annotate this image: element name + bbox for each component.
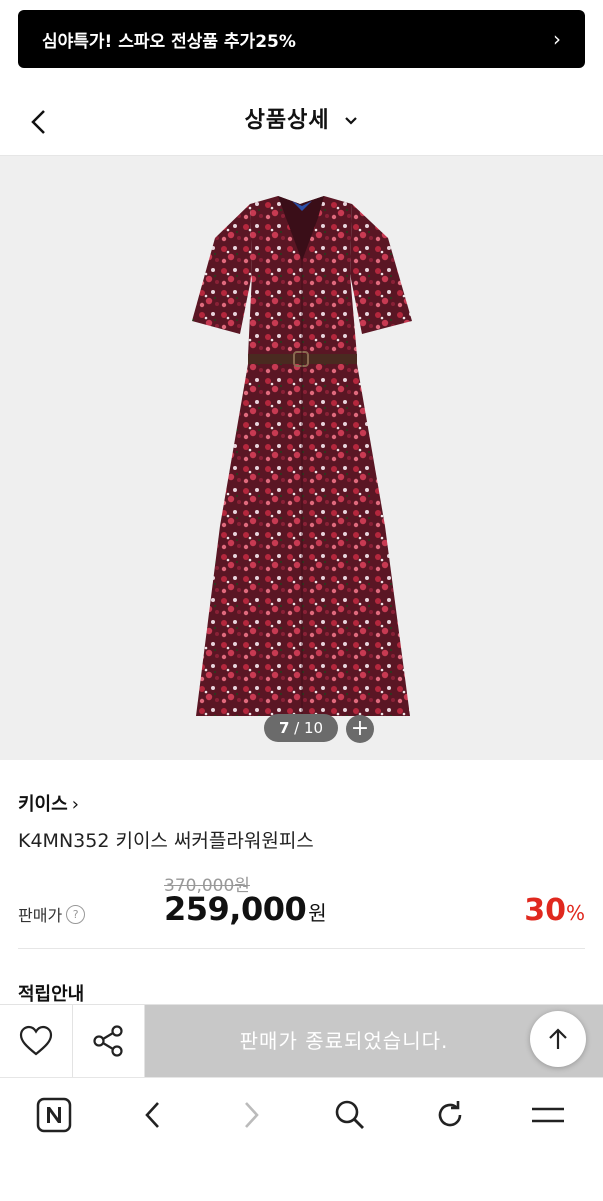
refresh-icon	[438, 1101, 462, 1127]
gallery-expand-button[interactable]: +	[346, 715, 374, 743]
back-arrow-icon	[145, 1102, 159, 1128]
browser-menu-button[interactable]	[518, 1090, 578, 1140]
share-icon	[93, 1025, 123, 1057]
promo-text: 심야특가! 스파오 전상품 추가25%	[42, 31, 296, 52]
help-icon[interactable]: ?	[66, 904, 86, 924]
browser-refresh-button[interactable]	[420, 1090, 480, 1140]
search-icon	[335, 1100, 364, 1129]
menu-icon	[532, 1107, 564, 1123]
naver-home-icon	[36, 1097, 72, 1133]
price-unit: 원	[308, 901, 327, 925]
reward-section-title: 적립안내	[18, 984, 85, 1005]
price-label-text: 판매가	[18, 906, 63, 925]
browser-back-button[interactable]	[122, 1090, 182, 1140]
sale-price-value: 259,000	[164, 890, 307, 928]
forward-arrow-icon	[245, 1102, 259, 1128]
pager-current: 7	[278, 719, 290, 737]
product-image-gallery[interactable]: 7 / 10 +	[0, 156, 603, 760]
bottom-action-bar: 판매가 종료되었습니다.	[0, 1004, 603, 1077]
divider	[18, 948, 585, 949]
page-header: 상품상세	[0, 88, 603, 156]
product-image	[192, 196, 412, 716]
gallery-pager: 7 / 10	[264, 714, 338, 742]
pager-separator: /	[289, 719, 304, 737]
pager-total: 10	[303, 719, 324, 737]
chevron-down-icon	[345, 117, 358, 125]
discount-rate: 30%	[524, 893, 585, 928]
discount-unit: %	[565, 901, 585, 925]
naver-home-button[interactable]	[24, 1090, 84, 1140]
discount-value: 30	[524, 893, 566, 928]
browser-nav-bar	[0, 1077, 603, 1201]
chevron-right-icon: ›	[553, 27, 561, 51]
product-name: K4MN352 키이스 써커플라워원피스	[18, 830, 314, 852]
price-label: 판매가 ?	[18, 902, 86, 926]
brand-link[interactable]: 키이스 ›	[18, 790, 79, 816]
scroll-top-button[interactable]	[530, 1011, 586, 1067]
browser-url-strip	[0, 0, 603, 8]
promo-banner[interactable]: 심야특가! 스파오 전상품 추가25% ›	[18, 10, 585, 68]
page-title[interactable]: 상품상세	[0, 102, 603, 134]
share-button[interactable]	[72, 1005, 145, 1077]
sale-price: 259,000 원	[164, 890, 327, 928]
page-title-text: 상품상세	[244, 108, 330, 133]
wishlist-button[interactable]	[0, 1005, 73, 1077]
arrow-up-icon	[549, 1028, 567, 1049]
brand-arrow: ›	[71, 794, 79, 815]
brand-name: 키이스	[18, 794, 68, 815]
heart-icon	[19, 1025, 53, 1056]
browser-forward-button[interactable]	[222, 1090, 282, 1140]
browser-search-button[interactable]	[320, 1090, 380, 1140]
